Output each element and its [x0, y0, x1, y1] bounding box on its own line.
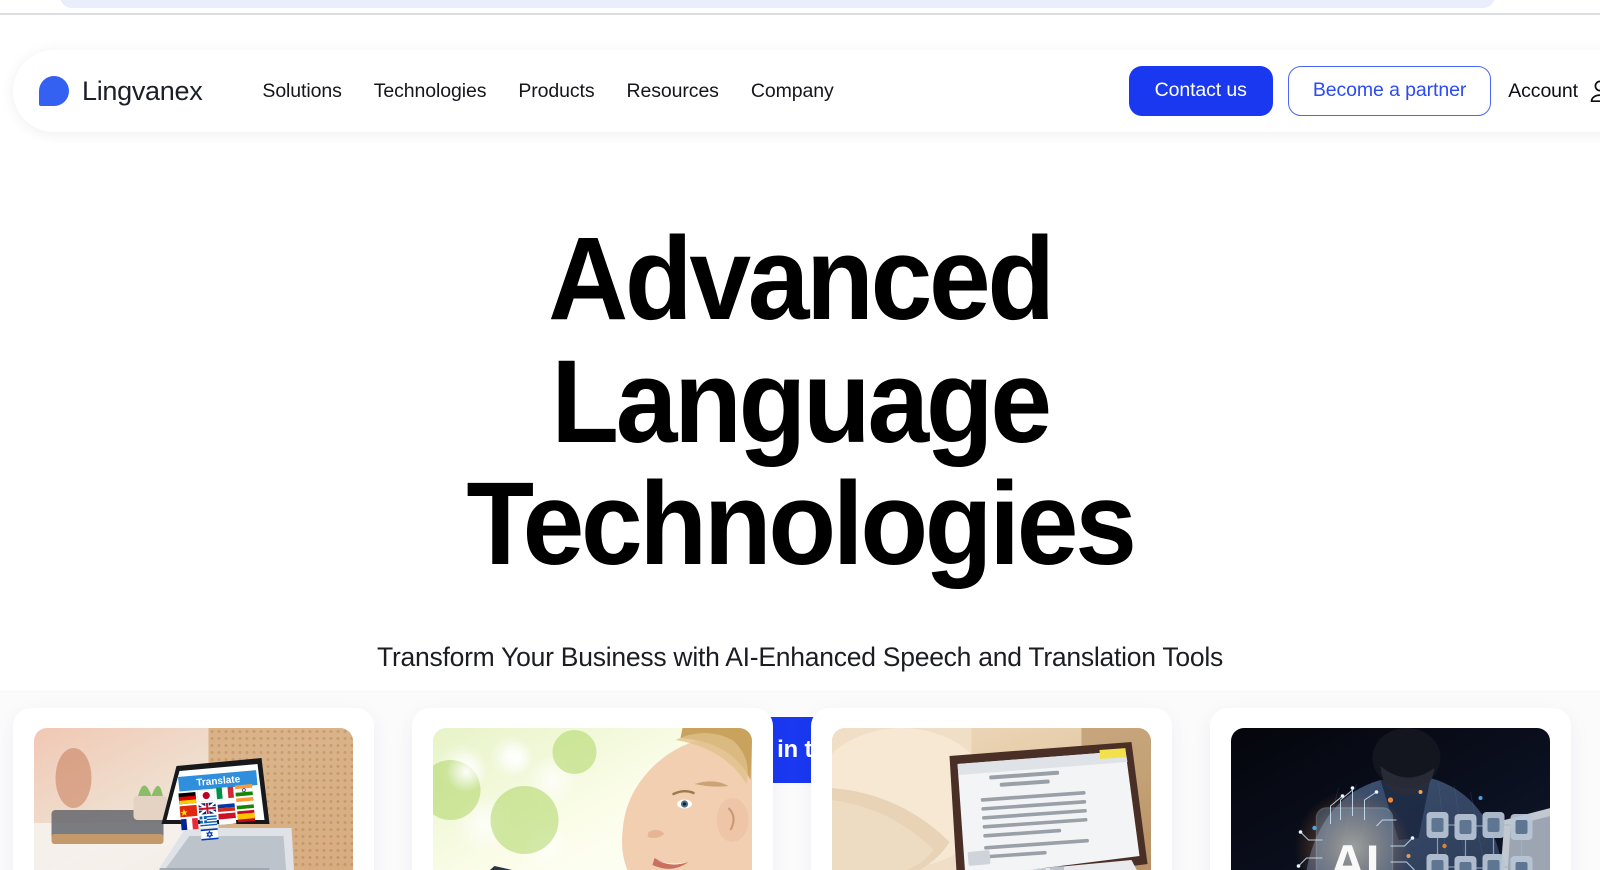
- hero-subtitle: Transform Your Business with AI-Enhanced…: [377, 642, 1223, 673]
- svg-text:AI: AI: [1330, 835, 1380, 870]
- browser-chrome-strip: [0, 0, 1600, 16]
- page-title: Advanced Language Technologies: [349, 136, 1251, 586]
- nav-item-company[interactable]: Company: [751, 80, 834, 103]
- nav-item-solutions[interactable]: Solutions: [262, 80, 341, 103]
- header-pill: Lingvanex Solutions Technologies Product…: [13, 50, 1600, 132]
- become-a-partner-button[interactable]: Become a partner: [1287, 66, 1492, 116]
- browser-tab[interactable]: [60, 0, 1495, 8]
- nav-item-resources[interactable]: Resources: [627, 80, 719, 103]
- brand-logo-link[interactable]: Lingvanex: [39, 75, 203, 107]
- user-person-icon: [1587, 78, 1600, 104]
- hero-title-line-2: Technologies: [466, 458, 1136, 591]
- man-speaking-into-phone-photo: [433, 728, 752, 870]
- hero-title-line-1: Advanced Language: [548, 213, 1055, 468]
- account-menu[interactable]: Account: [1508, 78, 1600, 104]
- feature-card-ai[interactable]: AI: [1210, 708, 1571, 870]
- person-typing-document-laptop-photo: [832, 728, 1151, 870]
- account-label: Account: [1508, 79, 1578, 102]
- page-root: Lingvanex Solutions Technologies Product…: [0, 0, 1600, 870]
- feature-card-speech[interactable]: [412, 708, 773, 870]
- feature-card-document[interactable]: [811, 708, 1172, 870]
- browser-toolbar-divider: [0, 13, 1600, 15]
- brand-name: Lingvanex: [82, 75, 203, 106]
- hero-section: Advanced Language Technologies Transform…: [0, 136, 1600, 784]
- feature-card-translate[interactable]: Translate: [13, 708, 374, 870]
- contact-us-button[interactable]: Contact us: [1128, 66, 1273, 116]
- nav-item-technologies[interactable]: Technologies: [374, 80, 487, 103]
- header-actions: Contact us Become a partner Account: [1128, 66, 1600, 116]
- feature-cards-row: Translate AI: [13, 708, 1600, 870]
- site-header: Lingvanex Solutions Technologies Product…: [0, 16, 1600, 136]
- lingvanex-teardrop-logo-icon: [39, 76, 69, 106]
- ai-hologram-network-photo: AI: [1231, 728, 1550, 870]
- laptop-translate-flags-photo: Translate: [34, 728, 353, 870]
- main-navigation: Solutions Technologies Products Resource…: [262, 80, 833, 103]
- nav-item-products[interactable]: Products: [518, 80, 594, 103]
